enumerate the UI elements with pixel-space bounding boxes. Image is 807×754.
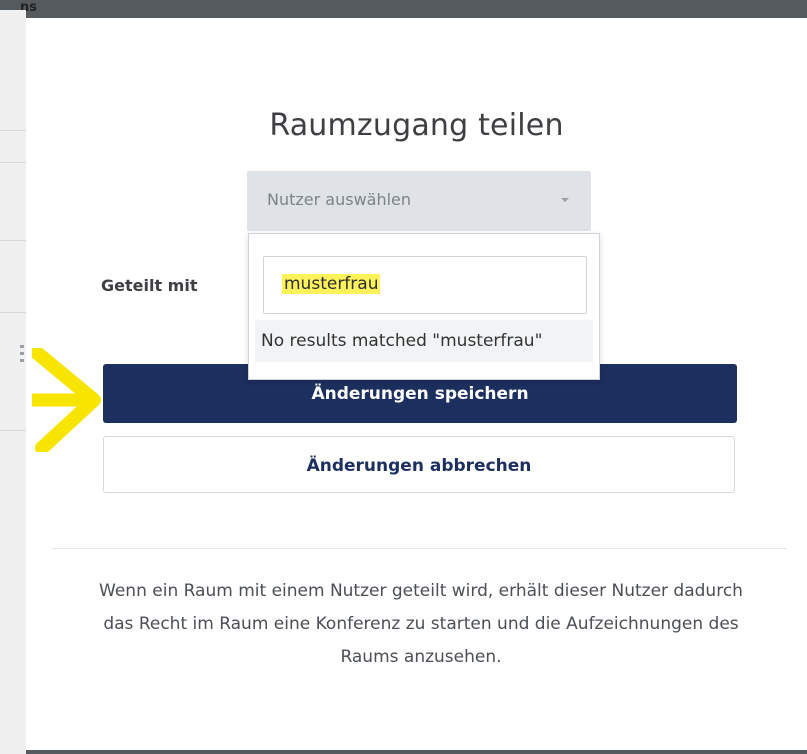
cancel-changes-button[interactable]: Änderungen abbrechen [103, 436, 735, 493]
divider [0, 312, 26, 313]
dialog-title: Raumzugang teilen [269, 108, 564, 143]
user-select-placeholder: Nutzer auswählen [267, 190, 412, 209]
arrow-right-icon [32, 348, 101, 452]
search-input-value: musterfrau [282, 274, 381, 294]
no-results-message: No results matched "musterfrau" [255, 320, 593, 362]
shared-with-label: Geteilt mit [101, 276, 198, 295]
divider [52, 548, 787, 549]
share-room-dialog: Raumzugang teilen Nutzer auswählen muste… [26, 18, 807, 750]
user-select-dropdown: musterfrau No results matched "musterfra… [248, 233, 600, 380]
share-info-text: Wenn ein Raum mit einem Nutzer geteilt w… [99, 581, 743, 667]
divider [0, 430, 26, 431]
divider [0, 240, 26, 241]
divider [0, 162, 26, 163]
user-select[interactable]: Nutzer auswählen [247, 171, 591, 231]
more-icon [20, 345, 24, 363]
caret-down-icon [561, 198, 569, 202]
divider [0, 130, 26, 131]
background-page-strip [0, 10, 26, 754]
search-input[interactable]: musterfrau [263, 256, 587, 314]
